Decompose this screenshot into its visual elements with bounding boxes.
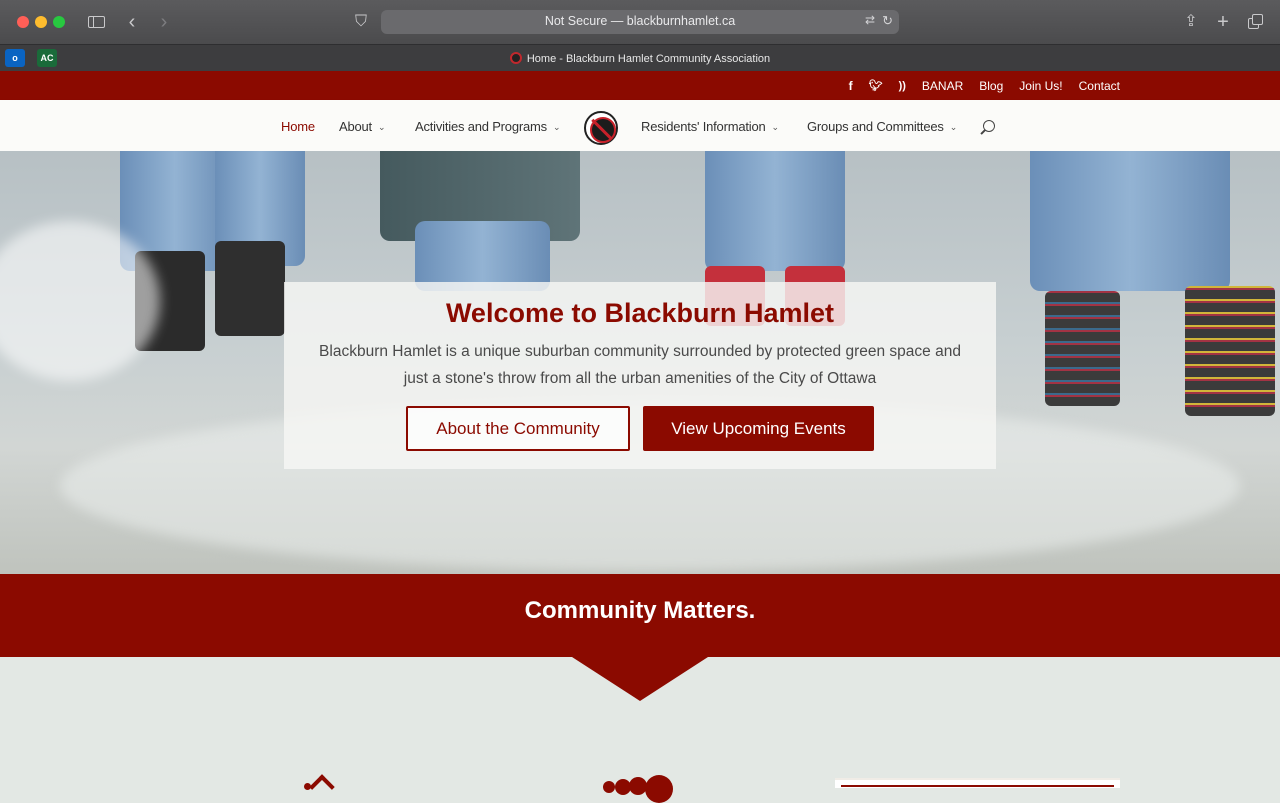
- chevron-down-icon: ⌄: [771, 122, 780, 132]
- topbar-link-blog[interactable]: Blog: [979, 79, 1003, 93]
- hero-photo-jeans: [1030, 151, 1230, 291]
- nav-about[interactable]: About ⌄: [339, 119, 386, 134]
- hero-description: Blackburn Hamlet is a unique suburban co…: [319, 343, 961, 387]
- banner-arrow: [572, 657, 708, 701]
- nav-groups[interactable]: Groups and Committees ⌄: [807, 119, 957, 134]
- hero-photo-boot: [1185, 286, 1275, 416]
- hero-photo-jeans: [415, 221, 550, 291]
- translate-icon[interactable]: ⇄: [865, 13, 875, 27]
- topbar-link-banar[interactable]: BANAR: [922, 79, 963, 93]
- hero-card: Welcome to Blackburn Hamlet Blackburn Ha…: [284, 282, 996, 469]
- site-logo[interactable]: [584, 111, 618, 145]
- hero-section: Welcome to Blackburn Hamlet Blackburn Ha…: [0, 151, 1280, 574]
- chevron-down-icon: ⌄: [377, 122, 386, 132]
- community-banner: Community Matters.: [0, 574, 1280, 657]
- hero-title: Welcome to Blackburn Hamlet: [445, 298, 835, 328]
- tab-bar: o AC Home - Blackburn Hamlet Community A…: [0, 44, 1280, 71]
- url-text: Not Secure — blackburnhamlet.ca: [544, 14, 736, 28]
- banner-title: Community Matters.: [524, 597, 756, 624]
- browser-toolbar: ‹ › ⛉ Not Secure — blackburnhamlet.ca ⇄ …: [0, 0, 1280, 44]
- tab-overview-icon[interactable]: [1246, 12, 1264, 32]
- hero-photo-jeans: [705, 151, 845, 271]
- nav-home[interactable]: Home: [281, 119, 315, 134]
- hero-photo-boot: [1045, 291, 1120, 406]
- forward-arrow-icon[interactable]: ›: [156, 12, 172, 32]
- share-icon[interactable]: ⇪: [1182, 12, 1200, 32]
- info-card: [835, 778, 1120, 788]
- new-tab-icon[interactable]: +: [1214, 12, 1232, 32]
- zoom-window-button[interactable]: [53, 16, 65, 28]
- minimize-window-button[interactable]: [35, 16, 47, 28]
- chevron-down-icon: ⌄: [552, 122, 561, 132]
- about-community-button[interactable]: About the Community: [406, 406, 630, 451]
- close-window-button[interactable]: [17, 16, 29, 28]
- nav-activities[interactable]: Activities and Programs ⌄: [415, 119, 561, 134]
- twitter-icon[interactable]: 🐦︎: [869, 79, 883, 92]
- reload-icon[interactable]: ↻: [882, 13, 893, 29]
- nav-residents-label: Residents' Information: [641, 119, 766, 134]
- active-tab[interactable]: Home - Blackburn Hamlet Community Associ…: [0, 52, 1280, 65]
- site-favicon-icon: [509, 52, 522, 64]
- rss-icon[interactable]: )): [899, 80, 906, 92]
- top-utility-bar: f 🐦︎ )) BANAR Blog Join Us! Contact: [0, 71, 1280, 100]
- topbar-link-contact[interactable]: Contact: [1079, 79, 1120, 93]
- nav-home-label: Home: [281, 119, 315, 134]
- privacy-shield-icon[interactable]: ⛉: [353, 12, 369, 32]
- main-navigation: Home About ⌄ Activities and Programs ⌄ Res…: [0, 100, 1280, 151]
- address-bar[interactable]: Not Secure — blackburnhamlet.ca ⇄ ↻: [381, 10, 899, 34]
- people-icon: [603, 775, 675, 803]
- sidebar-toggle-icon[interactable]: [86, 12, 106, 32]
- view-events-button[interactable]: View Upcoming Events: [643, 406, 874, 451]
- nav-about-label: About: [339, 119, 372, 134]
- topbar-link-join[interactable]: Join Us!: [1019, 79, 1062, 93]
- nav-residents[interactable]: Residents' Information ⌄: [641, 119, 779, 134]
- nav-activities-label: Activities and Programs: [415, 119, 547, 134]
- house-icon: [304, 774, 342, 800]
- facebook-icon[interactable]: f: [849, 79, 853, 93]
- tab-title: Home - Blackburn Hamlet Community Associ…: [526, 53, 771, 65]
- nav-groups-label: Groups and Committees: [807, 119, 944, 134]
- search-icon[interactable]: [983, 120, 995, 132]
- chevron-down-icon: ⌄: [949, 122, 958, 132]
- hero-photo-boot: [215, 241, 285, 336]
- back-arrow-icon[interactable]: ‹: [124, 12, 140, 32]
